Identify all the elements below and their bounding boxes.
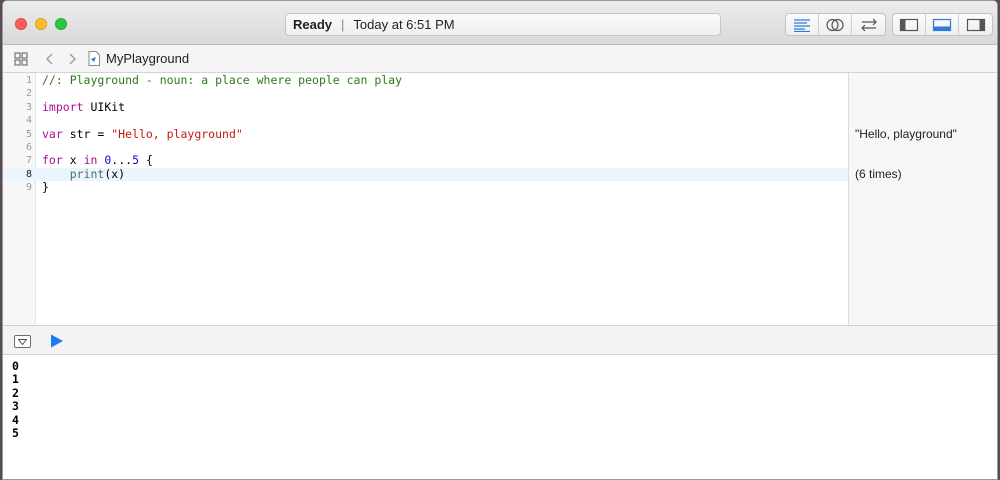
- build-status: Ready: [293, 17, 333, 32]
- close-window-button[interactable]: [15, 18, 27, 30]
- line-number: 4: [25, 115, 32, 127]
- code-token-plain: {: [139, 153, 153, 168]
- grid-icon: [14, 51, 28, 66]
- code-line[interactable]: 2: [3, 87, 848, 100]
- code-line[interactable]: 9}: [3, 181, 848, 194]
- assistant-editor-icon: [826, 18, 844, 31]
- code-text: //: Playground - noun: a place where peo…: [42, 74, 402, 87]
- code-token-plain: ...: [111, 153, 133, 168]
- code-line[interactable]: 5 var str = "Hello, playground": [3, 126, 848, 141]
- toolbar: Ready | Today at 6:51 PM: [3, 1, 997, 45]
- code-token-keyword: import: [42, 99, 84, 114]
- triangle-down-icon: [18, 338, 27, 345]
- related-items-button[interactable]: [3, 45, 39, 73]
- code-line[interactable]: 4: [3, 114, 848, 127]
- line-number: 6: [25, 142, 32, 153]
- code-text: for x in 0...5 {: [42, 154, 153, 167]
- code-token-plain: }: [42, 180, 49, 195]
- activity-viewer: Ready | Today at 6:51 PM: [285, 13, 721, 36]
- minimize-window-button[interactable]: [35, 18, 47, 30]
- playground-title[interactable]: MyPlayground: [106, 51, 189, 66]
- debug-area-toggle-button[interactable]: [926, 14, 959, 35]
- play-icon: [51, 334, 63, 348]
- forward-button[interactable]: [61, 45, 83, 73]
- status-separator: |: [341, 17, 345, 32]
- line-number: 8: [25, 168, 32, 180]
- console-output-line: 2: [12, 385, 19, 400]
- assistant-editor-button[interactable]: [819, 14, 852, 35]
- code-line[interactable]: 8 print(x): [3, 166, 848, 181]
- debug-area-toggle-icon: [932, 18, 952, 31]
- code-token-string: "Hello, playground": [111, 126, 243, 141]
- code-token-keyword: in: [83, 153, 98, 168]
- code-token-comment: //: Playground - noun: a place where peo…: [42, 73, 403, 87]
- code-token-plain: x: [62, 153, 84, 168]
- standard-editor-button[interactable]: [786, 14, 819, 35]
- results-sidebar: "Hello, playground" (6 times): [848, 73, 997, 325]
- code-line[interactable]: 3 import UIKit: [3, 99, 848, 114]
- console-output-line: 1: [12, 372, 19, 387]
- code-token-keyword: var: [42, 126, 63, 141]
- code-line[interactable]: 6: [3, 141, 848, 154]
- utilities-toggle-icon: [966, 18, 985, 31]
- code-token-plain: (x): [104, 166, 126, 181]
- utilities-toggle-button[interactable]: [959, 14, 992, 35]
- status-timestamp: Today at 6:51 PM: [353, 17, 455, 32]
- line-number: 9: [25, 182, 32, 194]
- playground-file-icon-wrapper: [87, 45, 101, 73]
- editor-mode-segmented-control: [785, 13, 886, 36]
- zoom-window-button[interactable]: [55, 18, 67, 30]
- line-number: 3: [25, 101, 32, 113]
- version-editor-button[interactable]: [852, 14, 885, 35]
- code-token-keyword: for: [42, 153, 63, 168]
- hide-debug-area-button[interactable]: [14, 335, 31, 348]
- navigator-toggle-icon: [899, 18, 919, 31]
- source-editor[interactable]: 1 //: Playground - noun: a place where pe…: [3, 73, 848, 325]
- line-number: 7: [25, 155, 32, 167]
- line-number: 2: [25, 88, 32, 100]
- back-button[interactable]: [39, 45, 61, 73]
- console-area[interactable]: 012345: [3, 355, 997, 479]
- run-playground-button[interactable]: [50, 334, 64, 353]
- line-number: 1: [25, 75, 32, 86]
- standard-editor-icon: [794, 18, 810, 32]
- debug-bar: [3, 325, 997, 355]
- code-token-func: print: [69, 166, 105, 181]
- code-token-plain: str =: [62, 126, 112, 141]
- playground-window: Ready | Today at 6:51 PM MyPlayground 1 …: [2, 0, 998, 480]
- navigator-toggle-button[interactable]: [893, 14, 926, 35]
- console-output-line: 3: [12, 399, 19, 414]
- result-value[interactable]: "Hello, playground": [855, 128, 957, 141]
- view-toggle-segmented-control: [892, 13, 993, 36]
- playground-file-icon: [88, 51, 100, 66]
- chevron-left-icon: [46, 53, 53, 64]
- jump-bar: MyPlayground: [3, 45, 997, 73]
- line-number: 5: [25, 128, 32, 140]
- result-value[interactable]: (6 times): [855, 168, 902, 181]
- code-token-number: 5: [132, 153, 140, 168]
- code-text: var str = "Hello, playground": [42, 126, 243, 141]
- console-output-line: 5: [12, 426, 19, 440]
- console-output-line: 0: [12, 359, 19, 373]
- code-token-plain: UIKit: [83, 99, 126, 114]
- console-output-line: 4: [12, 412, 19, 427]
- chevron-right-icon: [69, 53, 76, 64]
- version-editor-icon: [860, 18, 877, 31]
- code-text: import UIKit: [42, 99, 126, 114]
- code-text: }: [42, 181, 49, 194]
- code-text: print(x): [42, 166, 126, 181]
- code-line[interactable]: 7 for x in 0...5 {: [3, 154, 848, 167]
- code-line[interactable]: 1 //: Playground - noun: a place where pe…: [3, 74, 848, 87]
